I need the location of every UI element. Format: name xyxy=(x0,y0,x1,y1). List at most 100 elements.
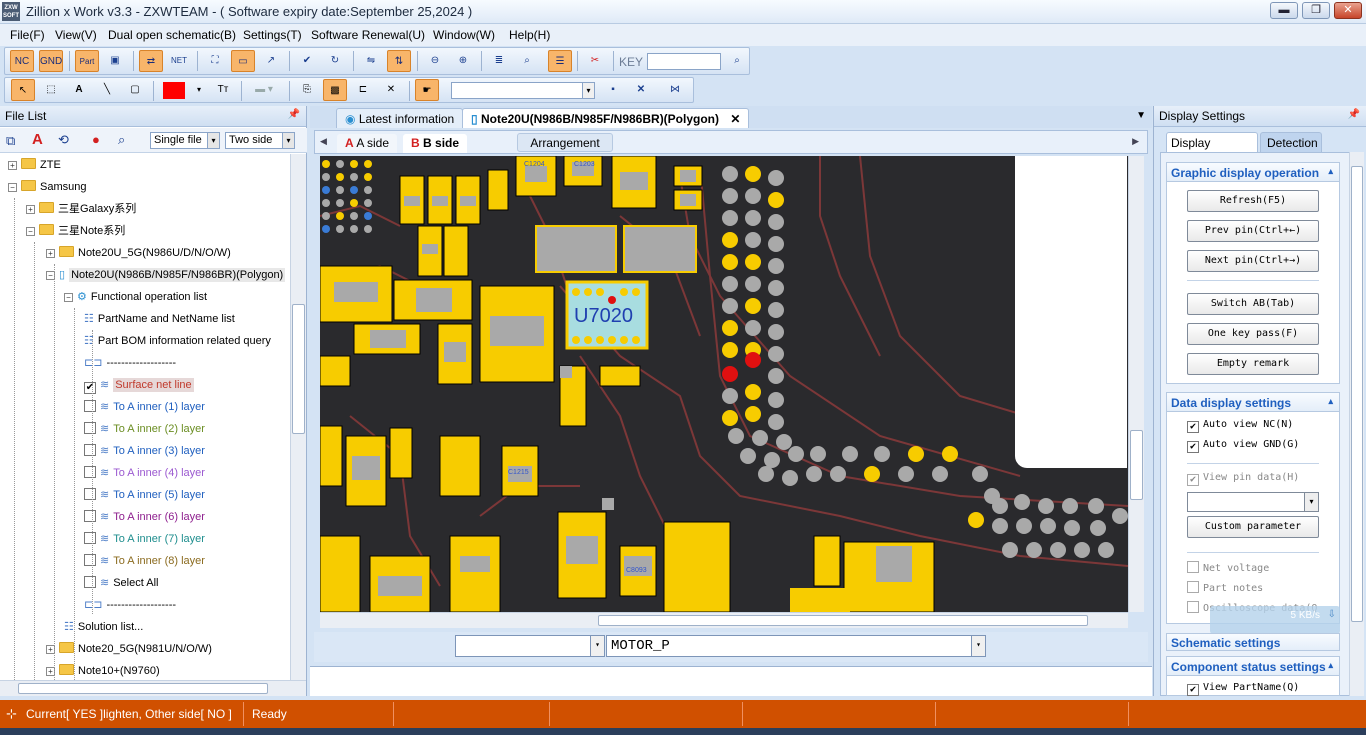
minimize-button[interactable]: ▬ xyxy=(1270,2,1298,19)
board-vscroll-thumb[interactable] xyxy=(1130,430,1143,500)
tab-display-settings[interactable]: Display Settings xyxy=(1166,132,1258,164)
find-icon[interactable]: ⌕ xyxy=(118,132,125,148)
menu-file[interactable]: File(F) xyxy=(10,28,45,42)
layer-checkbox[interactable] xyxy=(84,510,96,522)
tree-item[interactable]: ≋ To A inner (8) layer xyxy=(84,551,205,571)
measure-icon[interactable]: ⊏ xyxy=(351,79,375,101)
refresh-button[interactable]: Refresh(F5) xyxy=(1187,190,1319,212)
pin-tool-icon[interactable]: ✕ xyxy=(379,79,403,101)
one-key-pass-button[interactable]: One key pass(F) xyxy=(1187,323,1319,345)
search-icon[interactable]: ⌕ xyxy=(725,50,749,72)
layer-checkbox[interactable] xyxy=(84,466,96,478)
file-tree-vscroll-thumb[interactable] xyxy=(292,304,305,434)
tab-detection[interactable]: Detection xyxy=(1260,132,1322,152)
pin-icon[interactable]: 📌 xyxy=(288,109,300,120)
line-icon[interactable]: ╲ xyxy=(95,79,119,101)
prev-pin-button[interactable]: Prev pin(Ctrl+←) xyxy=(1187,220,1319,242)
board-hscroll-thumb[interactable] xyxy=(598,615,1088,626)
tree-item[interactable]: − ▯ Note20U(N986B/N985F/N986BR)(Polygon) xyxy=(46,265,286,285)
switch-ab-button[interactable]: Switch AB(Tab) xyxy=(1187,293,1319,315)
mirror-icon[interactable]: ⇋ xyxy=(359,50,383,72)
tree-item[interactable]: + ZTE xyxy=(8,155,61,175)
empty-remark-button[interactable]: Empty remark xyxy=(1187,353,1319,375)
side-mode-select[interactable]: Two side ▾ xyxy=(225,132,295,149)
auto-nc-checkbox[interactable]: ✔ Auto view NC(N) xyxy=(1187,419,1293,433)
auto-gnd-checkbox[interactable]: ✔ Auto view GND(G) xyxy=(1187,439,1299,453)
refresh-list-icon[interactable]: ⟲ xyxy=(58,132,69,148)
fit-view-icon[interactable]: ⛶ xyxy=(203,50,227,72)
select-icon[interactable]: ⬚ xyxy=(39,79,63,101)
gnd-button[interactable]: GND xyxy=(39,50,63,72)
net-name-select[interactable]: MOTOR_P ▾ xyxy=(606,635,986,657)
net-voltage-checkbox[interactable]: Net voltage xyxy=(1187,561,1269,574)
expand-icon[interactable]: + xyxy=(46,249,55,258)
tree-item[interactable]: − Samsung xyxy=(8,177,86,197)
pointer-icon[interactable]: ↖ xyxy=(11,79,35,101)
file-tree-hscroll-thumb[interactable] xyxy=(18,683,268,694)
part-select[interactable]: ▾ xyxy=(455,635,605,657)
tree-item[interactable]: − ⚙ Functional operation list xyxy=(64,287,207,307)
display-settings-vscroll[interactable] xyxy=(1349,152,1364,696)
tab-latest-information[interactable]: ◉ Latest information xyxy=(336,108,464,128)
custom-parameter-button[interactable]: Custom parameter xyxy=(1187,516,1319,538)
expand-icon[interactable]: + xyxy=(8,161,17,170)
board-hscroll[interactable] xyxy=(320,612,1128,628)
tab-close-icon[interactable]: ✕ xyxy=(730,112,740,126)
tab-arrangement[interactable]: Arrangement xyxy=(517,133,613,152)
tree-item[interactable]: + Note10+(N9760) xyxy=(46,661,160,680)
menu-settings[interactable]: Settings(T) xyxy=(243,28,302,42)
layer-checkbox[interactable] xyxy=(84,576,96,588)
nc-button[interactable]: NC xyxy=(10,50,34,72)
layer-checkbox[interactable] xyxy=(84,400,96,412)
restore-button[interactable]: ❐ xyxy=(1302,2,1330,19)
layer-checkbox[interactable] xyxy=(84,422,96,434)
list-icon[interactable]: ☰ xyxy=(548,50,572,72)
check-circle-icon[interactable]: ✔ xyxy=(295,50,319,72)
color-swatch[interactable] xyxy=(163,82,185,99)
data-display-group-title[interactable]: Data display settings ▴ xyxy=(1166,392,1340,412)
tree-item[interactable]: + Note20_5G(N981U/N/O/W) xyxy=(46,639,212,659)
color-dropdown-icon[interactable]: ▾ xyxy=(187,79,211,101)
hand-icon[interactable]: ☛ xyxy=(415,79,439,101)
clear-icon[interactable]: ✕ xyxy=(629,79,653,101)
external-icon[interactable]: ↗ xyxy=(259,50,283,72)
menu-view[interactable]: View(V) xyxy=(55,28,97,42)
next-pin-button[interactable]: Next pin(Ctrl+→) xyxy=(1187,250,1319,272)
grid-icon[interactable]: ▩ xyxy=(323,79,347,101)
zoom-out-icon[interactable]: ⊖ xyxy=(423,50,447,72)
pdf-icon[interactable]: A xyxy=(32,131,43,148)
tab-note20u[interactable]: ▯ Note20U(N986B/N985F/N986BR)(Polygon) ✕ xyxy=(462,108,750,128)
layer-checkbox[interactable] xyxy=(84,488,96,500)
link-icon[interactable]: ⇄ xyxy=(139,50,163,72)
collapse-icon[interactable]: ▴ xyxy=(1328,396,1333,407)
expand-icon[interactable]: + xyxy=(26,205,35,214)
open-icon[interactable]: ⧉ xyxy=(6,133,15,149)
tree-item[interactable]: ≋ To A inner (5) layer xyxy=(84,485,205,505)
net-button[interactable]: NET xyxy=(167,50,191,72)
expand-icon[interactable]: − xyxy=(64,293,73,302)
tree-item[interactable]: ⊏⊐ ------------------- xyxy=(84,595,176,615)
view-partname-checkbox[interactable]: ✔ View PartName(Q) xyxy=(1187,682,1299,696)
collapse-icon[interactable]: ▴ xyxy=(1328,660,1333,671)
key-input[interactable] xyxy=(647,53,721,70)
menu-renewal[interactable]: Software Renewal(U) xyxy=(311,28,425,42)
font-size-icon[interactable]: Tт xyxy=(211,79,235,101)
tree-item[interactable]: ≋ To A inner (6) layer xyxy=(84,507,205,527)
tree-item[interactable]: + 三星Galaxy系列 xyxy=(26,199,136,219)
search-zoom-icon[interactable]: ⌕ xyxy=(515,50,539,72)
part-notes-checkbox[interactable]: Part notes xyxy=(1187,581,1263,594)
tree-item[interactable]: ≋ To A inner (1) layer xyxy=(84,397,205,417)
layers-icon[interactable]: ≣ xyxy=(487,50,511,72)
file-tree-hscroll[interactable] xyxy=(0,680,306,696)
expand-icon[interactable]: − xyxy=(26,227,35,236)
layer-checkbox[interactable] xyxy=(84,444,96,456)
part-button[interactable]: Part xyxy=(75,50,99,72)
rect-icon[interactable]: ▢ xyxy=(123,79,147,101)
location-icon[interactable]: ● xyxy=(92,132,100,147)
flip-icon[interactable]: ⇅ xyxy=(387,50,411,72)
display-settings-vscroll-thumb[interactable] xyxy=(1351,166,1363,622)
tree-item[interactable]: ≋ To A inner (4) layer xyxy=(84,463,205,483)
capture-icon[interactable]: ⎘ xyxy=(295,79,319,101)
pcb-canvas[interactable]: U7020 C1204 C1203 C1215 C8093 xyxy=(320,156,1128,612)
scroll-right-icon[interactable]: ▶ xyxy=(1132,136,1139,147)
